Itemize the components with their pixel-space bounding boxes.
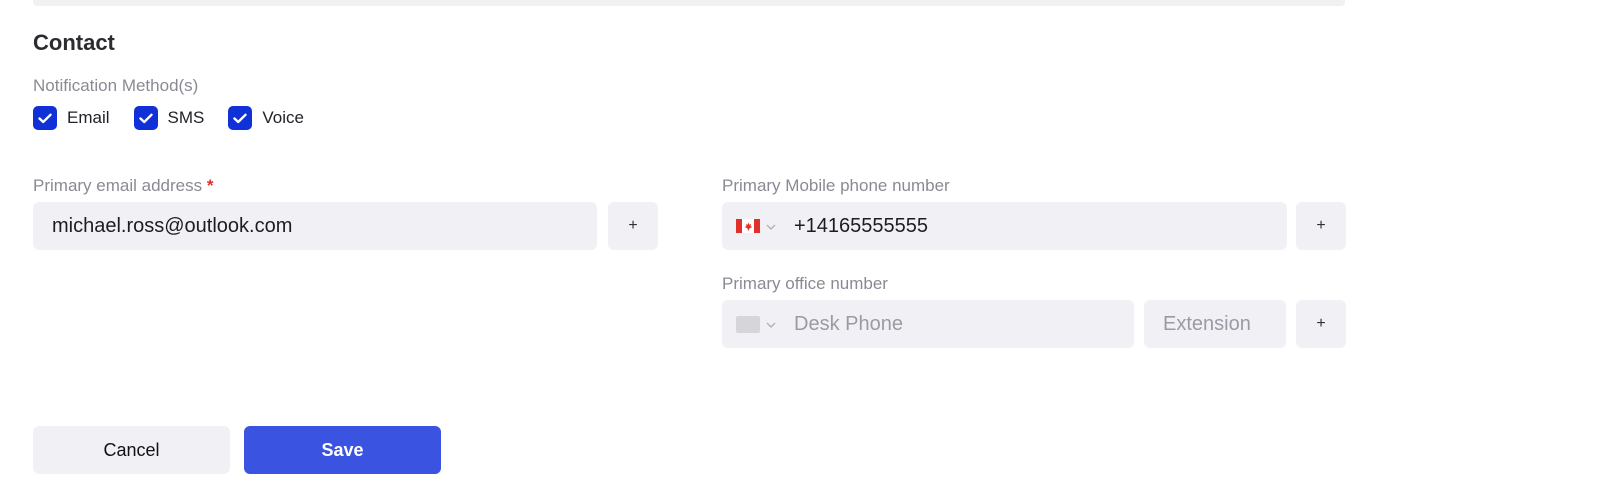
extension-input[interactable]: Extension xyxy=(1144,300,1286,348)
extension-placeholder: Extension xyxy=(1163,312,1251,335)
primary-email-input[interactable]: michael.ross@outlook.com xyxy=(33,202,597,250)
office-country-code-selector[interactable] xyxy=(736,315,776,333)
save-button[interactable]: Save xyxy=(244,426,441,474)
primary-email-value: michael.ross@outlook.com xyxy=(52,214,293,237)
country-code-selector[interactable] xyxy=(736,217,776,235)
section-divider xyxy=(33,0,1345,6)
primary-mobile-value: +14165555555 xyxy=(794,214,929,237)
email-checkbox[interactable]: Email xyxy=(33,106,110,130)
notification-methods-label: Notification Method(s) xyxy=(33,76,199,95)
desk-phone-placeholder: Desk Phone xyxy=(794,312,903,335)
flag-placeholder-icon xyxy=(736,315,760,333)
primary-mobile-input[interactable]: +14165555555 xyxy=(722,202,1287,250)
notification-methods-group: Email SMS Voice xyxy=(33,106,328,130)
voice-checkbox-label: Voice xyxy=(262,108,304,127)
primary-email-label-text: Primary email address xyxy=(33,176,203,195)
checkmark-icon xyxy=(228,106,253,130)
primary-office-label: Primary office number xyxy=(722,274,888,293)
sms-checkbox[interactable]: SMS xyxy=(133,106,205,130)
add-office-button[interactable]: + xyxy=(1296,300,1346,348)
checkmark-icon xyxy=(33,106,57,130)
sms-checkbox-label: SMS xyxy=(167,108,205,127)
section-title: Contact xyxy=(33,30,115,55)
primary-mobile-label: Primary Mobile phone number xyxy=(722,176,950,195)
chevron-down-icon xyxy=(766,217,776,235)
add-mobile-button[interactable]: + xyxy=(1296,202,1346,250)
primary-email-label: Primary email address * xyxy=(33,176,213,196)
email-checkbox-label: Email xyxy=(67,108,110,127)
chevron-down-icon xyxy=(766,315,776,333)
checkmark-icon xyxy=(133,106,158,130)
add-email-button[interactable]: + xyxy=(608,202,658,250)
primary-office-input[interactable]: Desk Phone xyxy=(722,300,1134,348)
voice-checkbox[interactable]: Voice xyxy=(228,106,304,130)
canada-flag-icon xyxy=(736,219,760,233)
required-indicator: * xyxy=(206,176,214,195)
cancel-button[interactable]: Cancel xyxy=(33,426,230,474)
